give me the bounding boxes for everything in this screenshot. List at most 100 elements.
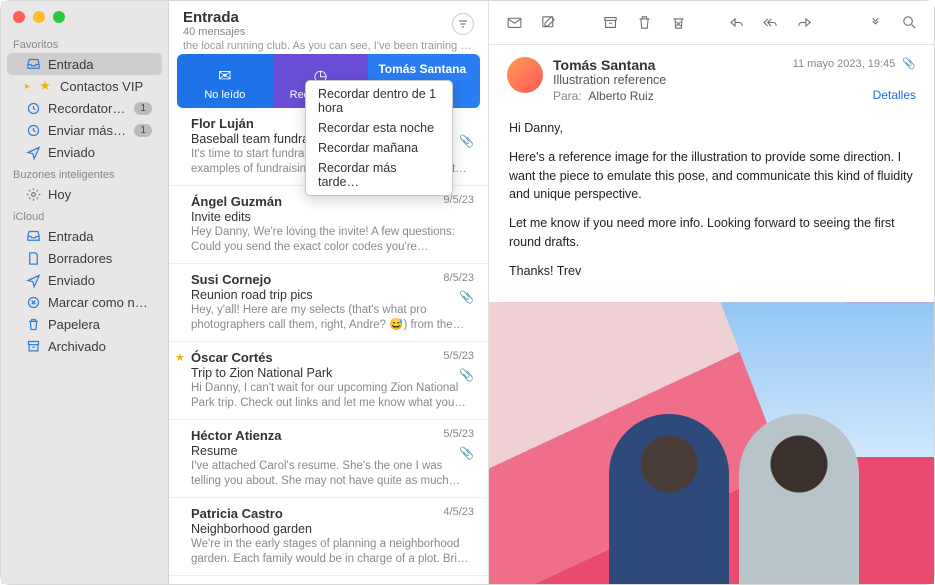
count-badge: 1 (134, 102, 152, 115)
sidebar-item-vip[interactable]: ▸ ★ Contactos VIP (7, 75, 162, 97)
sender-name: Ángel Guzmán (191, 194, 282, 209)
message-list-item[interactable]: Susi Cornejo 8/5/23Reunion road trip pics… (169, 264, 488, 342)
sidebar-item-sent[interactable]: Enviado (7, 141, 162, 163)
close-window-button[interactable] (13, 11, 25, 23)
sidebar-item-reminders[interactable]: Recordatorios 1 (7, 97, 162, 119)
swipe-sender-name: Tomás Santana (378, 62, 466, 76)
flag-star-icon: ★ (175, 351, 185, 364)
new-message-button[interactable] (535, 10, 561, 36)
attachment-icon: 📎 (459, 134, 474, 148)
sidebar-item-label: Enviado (48, 273, 152, 288)
trash-icon (25, 316, 41, 332)
sidebar-item-junk[interactable]: Marcar como no de… (7, 291, 162, 313)
document-icon (25, 250, 41, 266)
message-list-pane: Entrada 40 mensajes the local running cl… (169, 1, 489, 584)
message-count: 40 mensajes (183, 26, 245, 38)
sidebar-item-label: Archivado (48, 339, 152, 354)
message-subject: Invite edits (191, 210, 474, 224)
compose-button[interactable] (501, 10, 527, 36)
archive-button[interactable] (597, 10, 623, 36)
truncated-preview: the local running club. As you can see, … (169, 40, 488, 54)
message-list-item[interactable]: ★Óscar Cortés5/5/23Trip to Zion National… (169, 342, 488, 420)
filter-button[interactable] (452, 13, 474, 35)
sidebar-item-label: Entrada (48, 57, 152, 72)
sidebar-item-send-later[interactable]: Enviar más tarde 1 (7, 119, 162, 141)
count-badge: 1 (134, 124, 152, 137)
reply-all-button[interactable] (757, 10, 783, 36)
inbox-icon (25, 228, 41, 244)
message-subject: Neighborhood garden (191, 522, 474, 536)
message-preview: We're in the early stages of planning a … (191, 537, 474, 567)
minimize-window-button[interactable] (33, 11, 45, 23)
mailbox-title: Entrada (183, 9, 245, 26)
reader-toolbar (489, 1, 934, 45)
message-body: Hi Danny, Here's a reference image for t… (489, 111, 934, 302)
swipe-actions-row: ✉ No leído ◷ Recordato… Tomás Santana Il… (177, 54, 480, 108)
swipe-mark-unread[interactable]: ✉ No leído (177, 54, 273, 108)
junk-button[interactable] (665, 10, 691, 36)
message-date: 8/5/23 (443, 272, 474, 287)
to-label: Para: (553, 89, 582, 103)
details-link[interactable]: Detalles (793, 88, 916, 102)
delete-button[interactable] (631, 10, 657, 36)
sidebar-section-icloud: iCloud (1, 205, 168, 225)
sidebar-item-inbox[interactable]: Entrada (7, 53, 162, 75)
message-preview: Hey, y'all! Here are my selects (that's … (191, 303, 474, 333)
sidebar-item-label: Hoy (48, 187, 152, 202)
sidebar-item-label: Entrada (48, 229, 152, 244)
attachment-image[interactable] (489, 302, 934, 584)
sidebar-item-label: Recordatorios (48, 101, 127, 116)
message-subject: Reunion road trip pics (191, 288, 474, 302)
sidebar-item-label: Papelera (48, 317, 152, 332)
paperplane-icon (25, 144, 41, 160)
from-name: Tomás Santana (553, 57, 783, 73)
remind-menu-item-tonight[interactable]: Recordar esta noche (306, 118, 452, 138)
message-subject: Trip to Zion National Park (191, 366, 474, 380)
attachment-icon: 📎 (902, 58, 916, 70)
reply-button[interactable] (723, 10, 749, 36)
sidebar-item-archive[interactable]: Archivado (7, 335, 162, 357)
body-paragraph: Thanks! Trev (509, 262, 914, 281)
message-list-item[interactable]: Héctor Atienza5/5/23ResumeI've attached … (169, 420, 488, 498)
remind-menu-item-tomorrow[interactable]: Recordar mañana (306, 138, 452, 158)
clock-icon (25, 100, 41, 116)
message-list-item[interactable]: Patricia Castro4/5/23Neighborhood garden… (169, 498, 488, 576)
clock-icon (25, 122, 41, 138)
body-paragraph: Let me know if you need more info. Looki… (509, 214, 914, 252)
forward-button[interactable] (791, 10, 817, 36)
message-list-item[interactable]: ↩Úrsula Zamorano3/5/23Park PhotosHi Dann… (169, 576, 488, 584)
fullscreen-window-button[interactable] (53, 11, 65, 23)
body-paragraph: Hi Danny, (509, 119, 914, 138)
message-date: 11 mayo 2023, 19:45 (793, 58, 896, 70)
message-date: 5/5/23 (443, 350, 474, 365)
chevron-right-icon: ▸ (25, 81, 30, 92)
remind-menu-item-1h[interactable]: Recordar dentro de 1 hora (306, 84, 452, 118)
reader-pane: Tomás Santana Illustration reference Par… (489, 1, 934, 584)
sidebar-item-today[interactable]: Hoy (7, 183, 162, 205)
sidebar-item-icloud-inbox[interactable]: Entrada (7, 225, 162, 247)
message-preview: Hey Danny, We're loving the invite! A fe… (191, 225, 474, 255)
message-date: 9/5/23 (443, 194, 474, 209)
sender-name: Susi Cornejo (191, 272, 271, 287)
search-button[interactable] (896, 10, 922, 36)
sidebar-item-label: Marcar como no de… (48, 295, 152, 310)
sidebar-item-trash[interactable]: Papelera (7, 313, 162, 335)
sidebar-item-icloud-sent[interactable]: Enviado (7, 269, 162, 291)
message-preview: I've attached Carol's resume. She's the … (191, 459, 474, 489)
attachment-icon: 📎 (459, 290, 474, 304)
message-list-item[interactable]: Ángel Guzmán 9/5/23Invite editsHey Danny,… (169, 186, 488, 264)
remind-menu-item-later[interactable]: Recordar más tarde… (306, 158, 452, 192)
sidebar-item-drafts[interactable]: Borradores (7, 247, 162, 269)
inbox-icon (25, 56, 41, 72)
message-header: Tomás Santana Illustration reference Par… (489, 45, 934, 111)
envelope-icon: ✉ (218, 66, 231, 86)
more-button[interactable] (862, 10, 888, 36)
x-circle-icon (25, 294, 41, 310)
sender-name: Flor Luján (191, 116, 254, 131)
message-subject: Resume (191, 444, 474, 458)
message-date: 5/5/23 (443, 428, 474, 443)
message-subject: Illustration reference (553, 73, 783, 87)
window-controls (1, 7, 168, 33)
avatar (507, 57, 543, 93)
sidebar-section-smart: Buzones inteligentes (1, 163, 168, 183)
